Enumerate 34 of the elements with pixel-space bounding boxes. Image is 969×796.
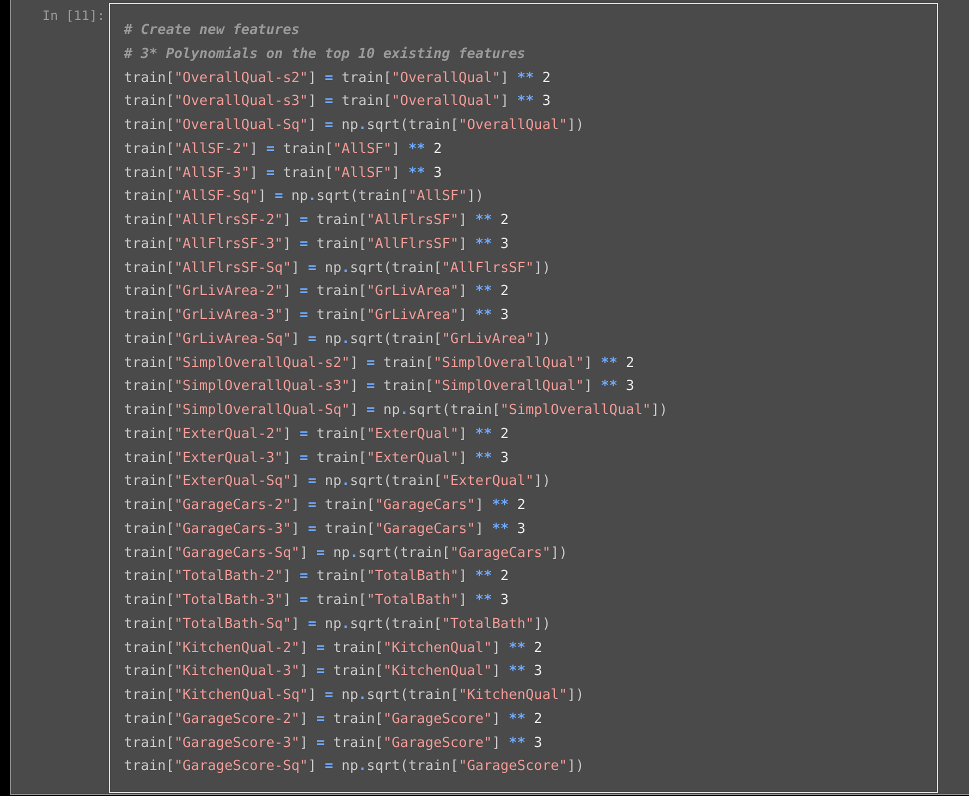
cell-prompt: In [11]: — [41, 8, 106, 25]
code-line: train["GrLivArea-2"] = train["GrLivArea"] ** 2 — [124, 282, 509, 302]
code-line: train["OverallQual-Sq"] = np.sqrt(train["OverallQual"]) — [124, 116, 584, 135]
code-line: train["AllFlrsSF-Sq"] = np.sqrt(train["AllFlrsSF"]) — [124, 258, 551, 278]
code-line: train["GarageCars-3"] = train["GarageCars"] ** 3 — [124, 520, 526, 539]
code-line: train["GarageScore-Sq"] = np.sqrt(train["GarageScore"]) — [124, 757, 584, 776]
code-line: train["GrLivArea-3"] = train["GrLivArea"] ** 3 — [124, 306, 509, 325]
code-line: train["TotalBath-Sq"] = np.sqrt(train["TotalBath"]) — [124, 614, 551, 634]
code-line: train["KitchenQual-Sq"] = np.sqrt(train["KitchenQual"]) — [124, 686, 584, 705]
code-line: train["AllSF-Sq"] = np.sqrt(train["AllSF"]) — [124, 187, 484, 206]
code-cell[interactable] — [109, 3, 938, 793]
code-line: train["KitchenQual-3"] = train["KitchenQual"] ** 3 — [124, 662, 542, 682]
code-line: train["GrLivArea-Sq"] = np.sqrt(train["GrLivArea"]) — [124, 330, 551, 349]
code-line: train["ExterQual-2"] = train["ExterQual"] ** 2 — [124, 424, 509, 444]
code-line: train["OverallQual-s2"] = train["OverallQual"] ** 2 — [124, 68, 551, 88]
code-comment: # Create new features — [124, 21, 300, 40]
code-line: train["AllFlrsSF-3"] = train["AllFlrsSF"] ** 3 — [124, 234, 509, 254]
code-line: train["AllSF-2"] = train["AllSF"] ** 2 — [124, 140, 442, 159]
code-line: train["OverallQual-s3"] = train["OverallQual"] ** 3 — [124, 92, 551, 112]
code-line: train["SimplOverallQual-Sq"] = np.sqrt(train["SimplOverallQual"]) — [124, 401, 668, 420]
code-line: train["GarageScore-3"] = train["GarageScore"] ** 3 — [124, 734, 542, 752]
code-line: train["ExterQual-3"] = train["ExterQual"] ** 3 — [124, 448, 509, 468]
code-line: train["AllFlrsSF-2"] = train["AllFlrsSF"] ** 2 — [124, 211, 509, 230]
code-line: train["GarageCars-2"] = train["GarageCars"] ** 2 — [124, 496, 526, 515]
code-line: train["ExterQual-Sq"] = np.sqrt(train["ExterQual"]) — [124, 472, 551, 492]
code-line: train["SimplOverallQual-s2"] = train["SimplOverallQual"] ** 2 — [124, 354, 634, 372]
code-line: train["TotalBath-3"] = train["TotalBath"] ** 3 — [124, 591, 509, 610]
code-comment: # 3* Polynomials on the top 10 existing features — [124, 44, 526, 64]
code-line: train["TotalBath-2"] = train["TotalBath"] ** 2 — [124, 567, 509, 586]
code-line: train["KitchenQual-2"] = train["KitchenQual"] ** 2 — [124, 638, 542, 658]
code-line: train["SimplOverallQual-s3"] = train["SimplOverallQual"] ** 3 — [124, 377, 634, 396]
code-line: train["GarageScore-2"] = train["GarageScore"] ** 2 — [124, 710, 542, 729]
code-line: train["GarageCars-Sq"] = np.sqrt(train["GarageCars"]) — [124, 544, 568, 562]
code-line: train["AllSF-3"] = train["AllSF"] ** 3 — [124, 164, 442, 182]
